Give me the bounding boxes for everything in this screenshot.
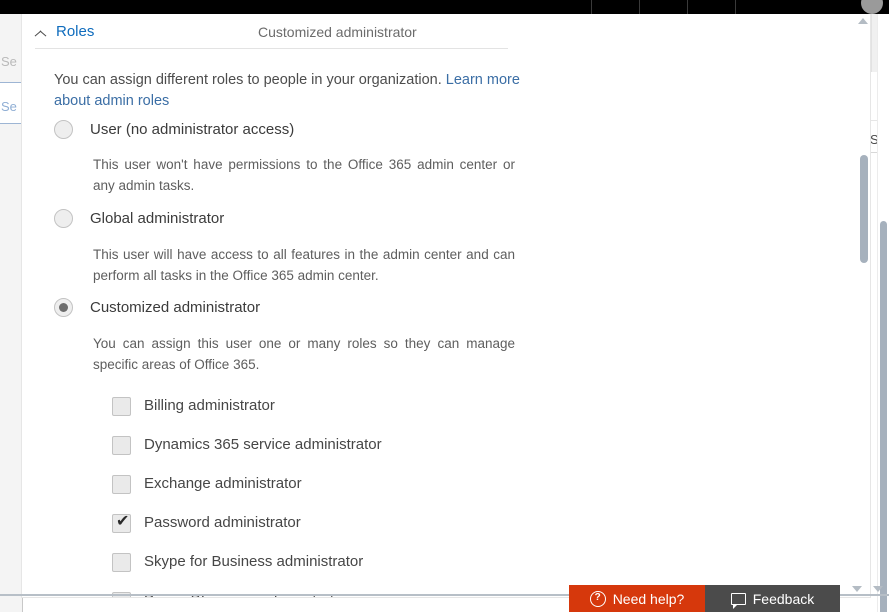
radio-customized-administrator-description: You can assign this user one or many rol…	[93, 336, 515, 372]
checkbox-billing-administrator[interactable]	[112, 397, 131, 416]
scroll-up-arrow-icon[interactable]	[858, 18, 868, 24]
corner-scroll-arrows[interactable]	[852, 586, 886, 600]
panel-scrollbar[interactable]	[858, 14, 870, 597]
admin-role-row[interactable]: Dynamics 365 service administrator	[22, 436, 522, 460]
radio-global-administrator[interactable]	[54, 209, 73, 228]
radio-selected-dot	[59, 303, 68, 312]
checkbox-billing-administrator-label[interactable]: Billing administrator	[144, 397, 275, 414]
chevron-up-icon[interactable]	[35, 27, 46, 38]
radio-global-administrator-description: This user will have access to all featur…	[93, 247, 515, 283]
radio-user[interactable]	[54, 120, 73, 139]
background-left-nav: Se Se	[0, 14, 23, 612]
screen-root: Se Se Syn Roles Customized administrator…	[0, 0, 889, 612]
intro-sentence: You can assign different roles to people…	[54, 72, 446, 88]
section-title[interactable]: Roles	[56, 23, 94, 40]
feedback-label: Feedback	[752, 590, 815, 607]
checkbox-exchange-administrator-label[interactable]: Exchange administrator	[144, 475, 302, 492]
checkbox-skype-for-business-administrator-label[interactable]: Skype for Business administrator	[144, 553, 363, 570]
question-circle-icon: ?	[589, 590, 606, 607]
checkbox-exchange-administrator[interactable]	[112, 475, 131, 494]
scroll-down-arrow-left-icon	[852, 586, 862, 592]
checkbox-dynamics-365-service-administrator[interactable]	[112, 436, 131, 455]
panel-scrollbar-thumb[interactable]	[860, 155, 868, 263]
feedback-button[interactable]: Feedback	[705, 585, 840, 612]
background-left-item-0: Se	[1, 54, 17, 69]
radio-customized-administrator[interactable]	[54, 298, 73, 317]
radio-global-administrator-label[interactable]: Global administrator	[90, 210, 224, 227]
radio-user-description: This user won't have permissions to the …	[93, 157, 515, 193]
roles-flyout-panel: Roles Customized administrator You can a…	[21, 14, 871, 598]
admin-role-row[interactable]: Billing administrator	[22, 397, 522, 421]
radio-customized-administrator-label[interactable]: Customized administrator	[90, 299, 260, 316]
checkbox-password-administrator[interactable]: ✔	[112, 513, 131, 533]
admin-role-row[interactable]: ✔ Password administrator	[22, 513, 522, 538]
browser-top-bar	[0, 0, 889, 14]
checkbox-password-administrator-label[interactable]: Password administrator	[144, 514, 301, 531]
radio-user-label[interactable]: User (no administrator access)	[90, 121, 294, 138]
intro-text: You can assign different roles to people…	[54, 70, 524, 112]
need-help-label: Need help?	[612, 590, 685, 607]
section-current-value: Customized administrator	[258, 24, 417, 40]
checkbox-dynamics-365-service-administrator-label[interactable]: Dynamics 365 service administrator	[144, 436, 382, 453]
need-help-button[interactable]: ? Need help?	[569, 585, 705, 612]
account-avatar[interactable]	[861, 0, 883, 14]
check-mark-icon: ✔	[116, 513, 130, 530]
background-left-item-1: Se	[1, 99, 17, 114]
page-scrollbar[interactable]	[877, 14, 889, 612]
chat-bubble-icon	[730, 592, 746, 609]
roles-section-header[interactable]: Roles Customized administrator	[22, 14, 522, 48]
admin-role-row[interactable]: Skype for Business administrator	[22, 553, 522, 577]
section-divider	[35, 48, 508, 49]
admin-role-row[interactable]: Exchange administrator	[22, 475, 522, 499]
scroll-down-arrow-right-icon	[873, 586, 883, 592]
page-scrollbar-thumb[interactable]	[880, 221, 887, 612]
checkbox-skype-for-business-administrator[interactable]	[112, 553, 131, 572]
